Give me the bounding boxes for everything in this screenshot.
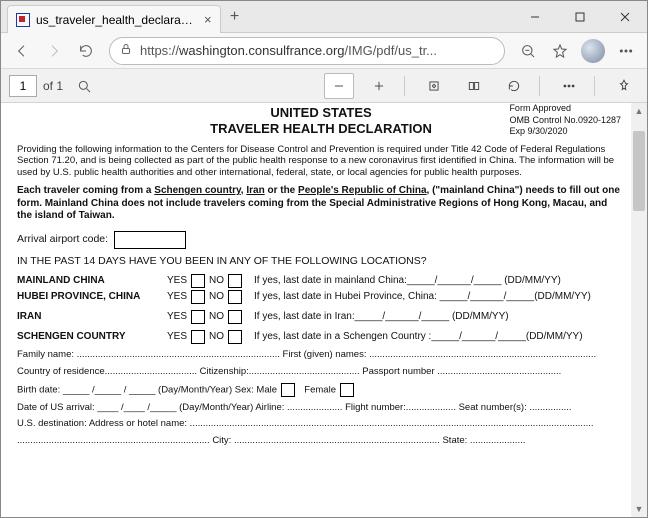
line-birth-sex: Birth date: _____ /_____ / _____ (Day/Mo… — [17, 383, 625, 397]
window-controls — [512, 1, 647, 32]
minimize-button[interactable] — [512, 1, 557, 32]
hubei-no-checkbox[interactable] — [228, 290, 242, 304]
pdf-toolbar: of 1 — [1, 69, 647, 103]
sex-female-checkbox[interactable] — [340, 383, 354, 397]
titlebar: us_traveler_health_declaration_1... × + — [1, 1, 647, 33]
sex-male-checkbox[interactable] — [281, 383, 295, 397]
favorites-button[interactable] — [545, 37, 575, 65]
question-14days: IN THE PAST 14 DAYS HAVE YOU BEEN IN ANY… — [17, 255, 625, 268]
url-text: https://washington.consulfrance.org/IMG/… — [140, 43, 494, 58]
line-residence: Country of residence....................… — [17, 366, 625, 378]
menu-button[interactable] — [611, 37, 641, 65]
maximize-button[interactable] — [557, 1, 602, 32]
vertical-scrollbar[interactable]: ▲ ▼ — [631, 103, 647, 517]
zoom-button[interactable] — [513, 37, 543, 65]
lock-icon — [120, 43, 132, 58]
instruction-paragraph: Each traveler coming from a Schengen cou… — [17, 185, 625, 223]
china-no-checkbox[interactable] — [228, 274, 242, 288]
scroll-up-icon[interactable]: ▲ — [631, 103, 647, 119]
arrival-airport-row: Arrival airport code: — [17, 231, 625, 249]
forward-button[interactable] — [39, 37, 69, 65]
row-hubei: HUBEI PROVINCE, CHINA YESNO If yes, last… — [17, 290, 625, 304]
iran-yes-checkbox[interactable] — [191, 310, 205, 324]
zoom-out-button[interactable] — [324, 73, 354, 99]
page-number-input[interactable] — [9, 75, 37, 97]
back-button[interactable] — [7, 37, 37, 65]
new-tab-button[interactable]: + — [221, 1, 249, 32]
rotate-button[interactable] — [499, 73, 529, 99]
browser-toolbar: https://washington.consulfrance.org/IMG/… — [1, 33, 647, 69]
scroll-down-icon[interactable]: ▼ — [631, 501, 647, 517]
find-button[interactable] — [69, 72, 99, 100]
browser-tab[interactable]: us_traveler_health_declaration_1... × — [7, 5, 221, 33]
arrival-airport-label: Arrival airport code: — [17, 233, 108, 246]
row-schengen: SCHENGEN COUNTRY YESNO If yes, last date… — [17, 330, 625, 344]
line-family-name: Family name: ...........................… — [17, 349, 625, 361]
close-tab-icon[interactable]: × — [204, 12, 212, 27]
intro-paragraph: Providing the following information to t… — [17, 144, 625, 180]
line-us-destination: U.S. destination: Address or hotel name:… — [17, 418, 625, 430]
row-mainland-china: MAINLAND CHINA YESNO If yes, last date i… — [17, 274, 625, 288]
row-iran: IRAN YESNO If yes, last date in Iran:___… — [17, 310, 625, 324]
zoom-in-button[interactable] — [364, 73, 394, 99]
arrival-airport-input[interactable] — [114, 231, 186, 249]
close-window-button[interactable] — [602, 1, 647, 32]
hubei-yes-checkbox[interactable] — [191, 290, 205, 304]
pdf-viewer: Form Approved OMB Control No.0920-1287 E… — [1, 103, 647, 517]
address-bar[interactable]: https://washington.consulfrance.org/IMG/… — [109, 37, 505, 65]
pdf-page: Form Approved OMB Control No.0920-1287 E… — [1, 105, 647, 447]
scrollbar-thumb[interactable] — [633, 131, 645, 211]
tab-title: us_traveler_health_declaration_1... — [36, 13, 196, 27]
pin-toolbar-button[interactable] — [609, 73, 639, 99]
china-yes-checkbox[interactable] — [191, 274, 205, 288]
page-view-button[interactable] — [459, 73, 489, 99]
favicon-icon — [16, 13, 30, 27]
more-actions-button[interactable] — [554, 73, 584, 99]
form-approval-block: Form Approved OMB Control No.0920-1287 E… — [509, 103, 621, 138]
iran-no-checkbox[interactable] — [228, 310, 242, 324]
page-of-label: of 1 — [43, 79, 63, 93]
schengen-no-checkbox[interactable] — [228, 330, 242, 344]
line-us-arrival: Date of US arrival: ____ /____ /_____ (D… — [17, 402, 625, 414]
line-city-state: ........................................… — [17, 435, 625, 447]
profile-avatar[interactable] — [581, 39, 605, 63]
schengen-yes-checkbox[interactable] — [191, 330, 205, 344]
fit-page-button[interactable] — [419, 73, 449, 99]
refresh-button[interactable] — [71, 37, 101, 65]
